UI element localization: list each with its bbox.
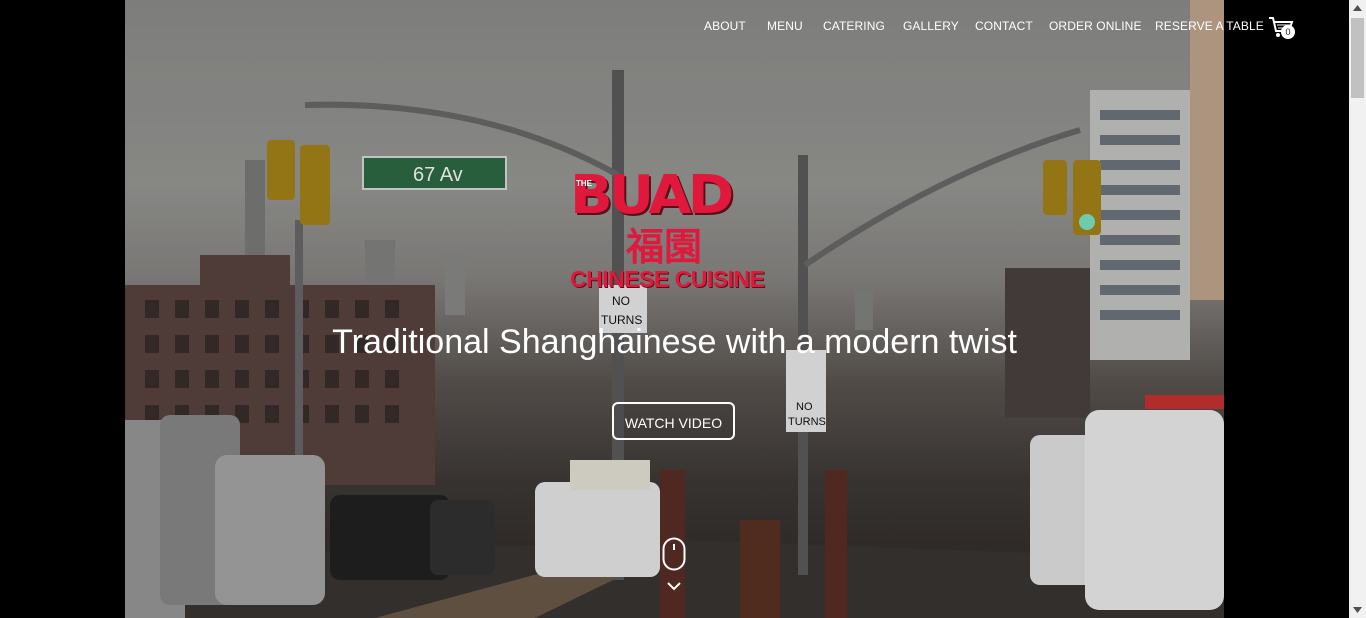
page: 67 Av NO TURNS NO TURNS ABOUT MENU CATER… [0, 0, 1366, 618]
nav-item-order-online[interactable]: ORDER ONLINE [1049, 19, 1142, 33]
logo-prefix: THE [576, 179, 592, 188]
nav-item-menu[interactable]: MENU [767, 19, 803, 33]
logo-wordmark: BUAD [570, 164, 734, 227]
logo-subtitle: CHINESE CUISINE [570, 266, 765, 292]
watch-video-button[interactable]: WATCH VIDEO [612, 402, 735, 440]
cart-count-badge: 0 [1281, 25, 1295, 39]
nav-item-reserve-a-table[interactable]: RESERVE A TABLE [1155, 19, 1264, 33]
logo-chinese-characters: 福園 [626, 224, 703, 269]
restaurant-logo[interactable]: BUAD THE 福園 CHINESE CUISINE [570, 166, 780, 294]
mouse-icon[interactable] [662, 537, 686, 571]
scroll-down-arrow-icon[interactable] [1349, 601, 1366, 618]
main-navigation: ABOUT MENU CATERING GALLERY CONTACT ORDE… [0, 19, 1264, 35]
hero-dim-overlay [125, 0, 1224, 618]
nav-item-about[interactable]: ABOUT [704, 19, 746, 33]
nav-item-catering[interactable]: CATERING [823, 19, 885, 33]
scrollbar-thumb[interactable] [1351, 18, 1364, 98]
chevron-down-icon[interactable] [666, 580, 682, 592]
nav-item-gallery[interactable]: GALLERY [903, 19, 959, 33]
hero-video-background: 67 Av NO TURNS NO TURNS [125, 0, 1224, 618]
nav-item-contact[interactable]: CONTACT [975, 19, 1033, 33]
hero-tagline: Traditional Shanghainese with a modern t… [332, 323, 1017, 361]
scroll-up-arrow-icon[interactable] [1349, 0, 1366, 17]
